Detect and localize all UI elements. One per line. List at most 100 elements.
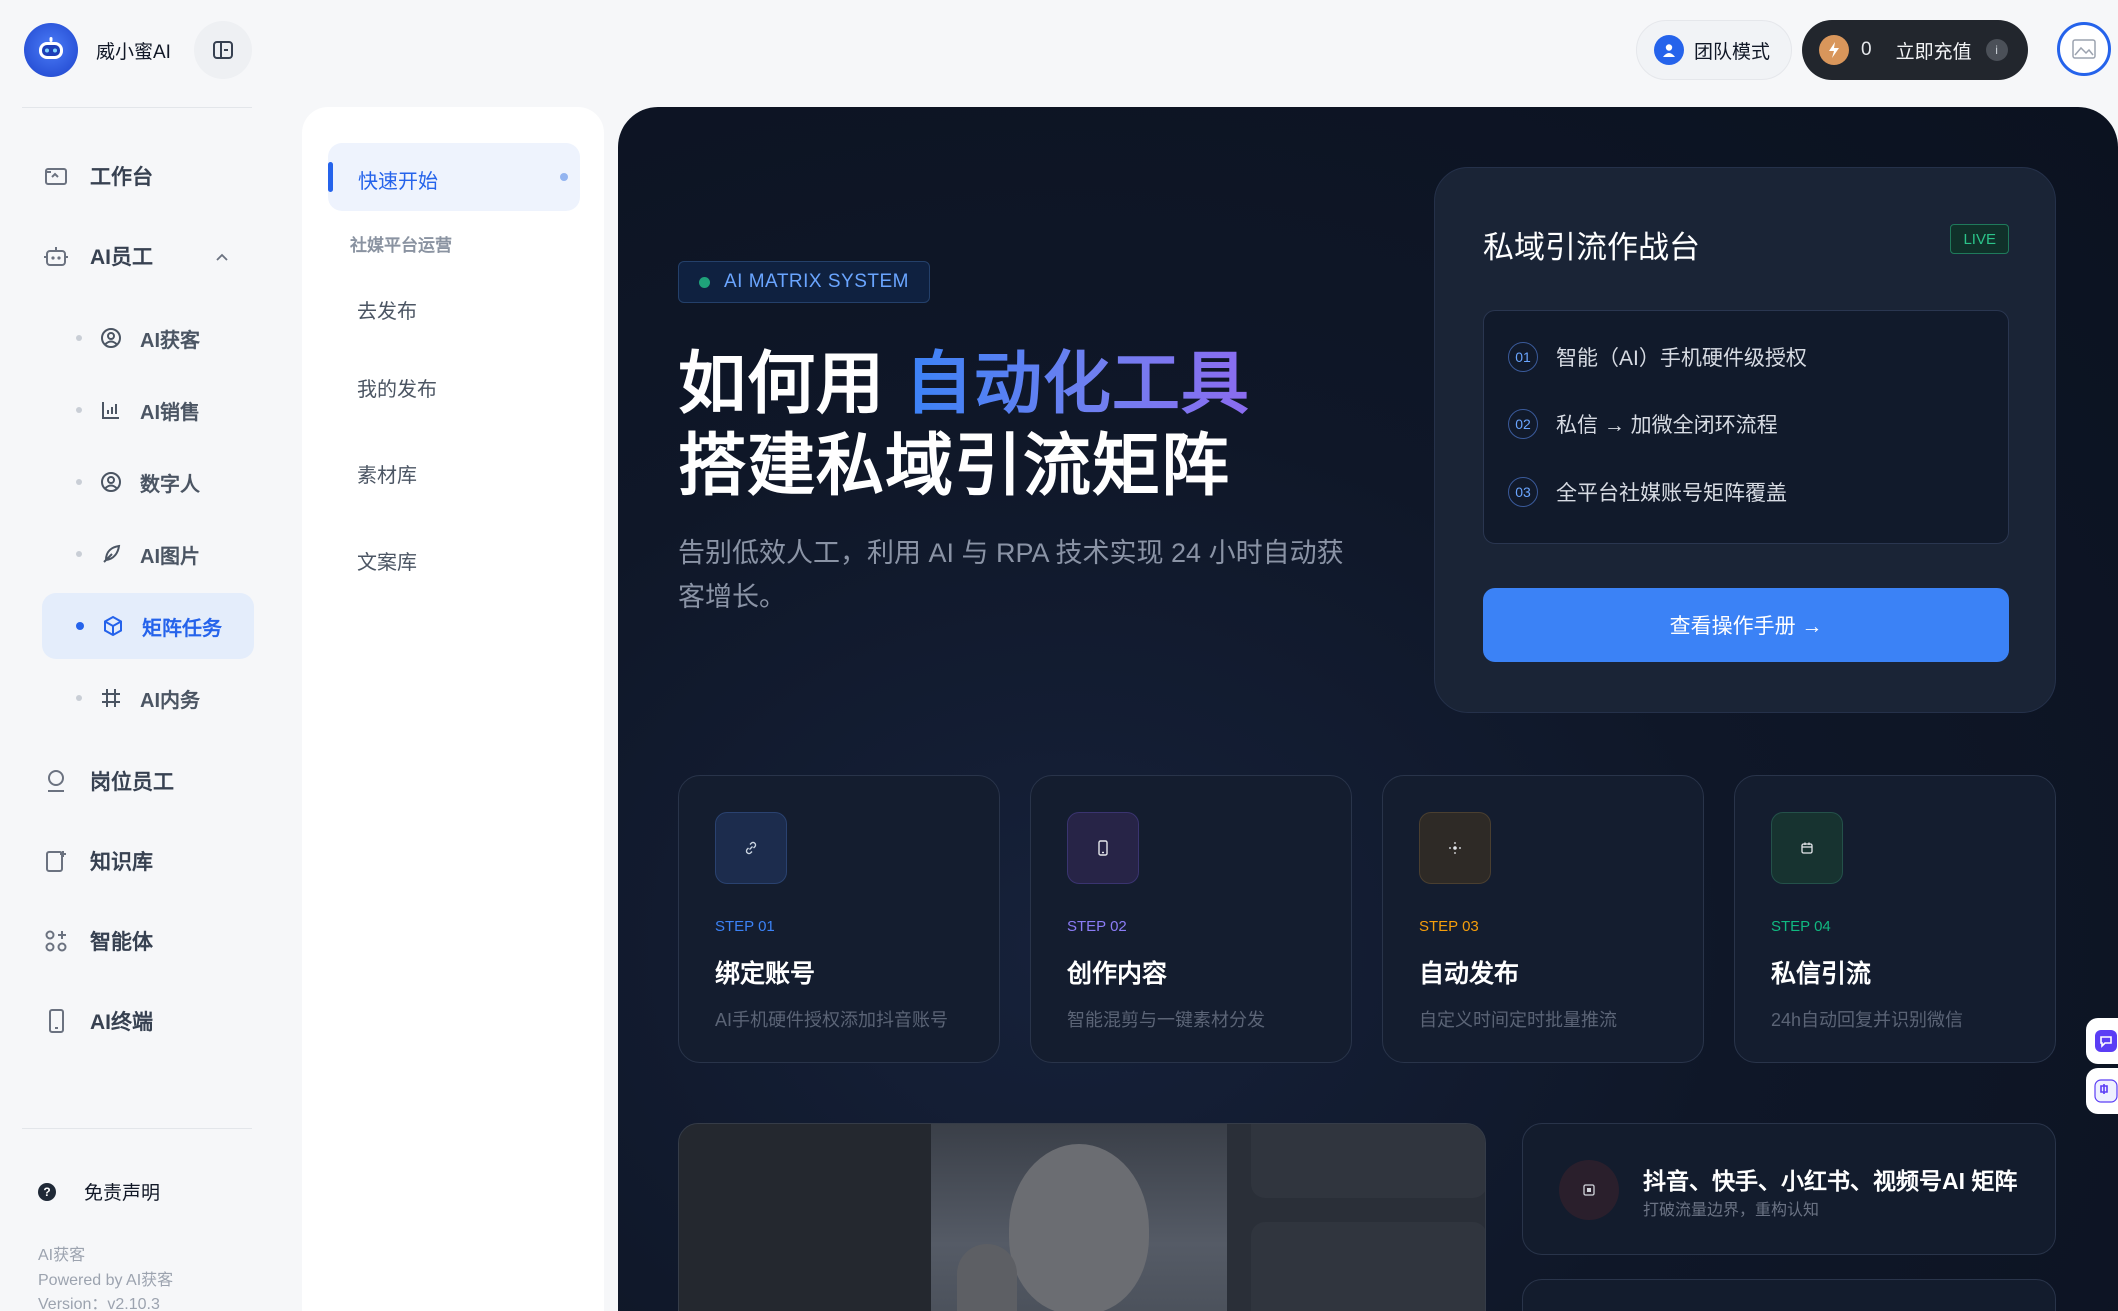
chevron-up-icon[interactable] (214, 248, 230, 272)
showcase-image (678, 1123, 1486, 1311)
bullet (76, 335, 82, 341)
submenu-item-copy-library[interactable]: 文案库 (357, 546, 417, 575)
sub-item-ai-image[interactable]: AI图片 (42, 521, 254, 587)
book-plus-icon (42, 847, 90, 875)
sub-item-ai-sales[interactable]: AI销售 (42, 377, 254, 443)
hero-title: 如何用 自动化工具 搭建私域引流矩阵 (678, 343, 1250, 507)
matrix-subtitle: 打破流量边界，重构认知 (1643, 1202, 1820, 1219)
sub-item-label: 矩阵任务 (142, 617, 222, 640)
sub-item-label: 数字人 (140, 473, 200, 496)
submenu-item-publish[interactable]: 去发布 (357, 295, 417, 324)
robot-icon (24, 23, 78, 77)
nav-knowledge[interactable]: 知识库 (42, 829, 254, 893)
user-circle-icon (100, 327, 140, 349)
main-panel: AI MATRIX SYSTEM 如何用 自动化工具 搭建私域引流矩阵 告别低效… (618, 107, 2118, 1311)
footer-version: Version：v2.10.3 (38, 1296, 160, 1311)
step-description: 智能混剪与一键素材分发 (1067, 1010, 1265, 1030)
nav-terminal-label: AI终端 (90, 1011, 153, 1034)
brand[interactable]: 威小蜜AI (24, 23, 171, 77)
step-label: STEP 03 (1419, 918, 1479, 935)
bullet (76, 622, 84, 630)
sub-item-ai-affairs[interactable]: AI内务 (42, 665, 254, 731)
footer-app: AI获客 (38, 1247, 86, 1264)
credit-count: 0 (1861, 39, 1872, 60)
image-tile (679, 1124, 931, 1311)
mobile-icon (42, 1007, 90, 1035)
recharge-button[interactable]: 0 立即充值 i (1802, 20, 2028, 80)
status-dot (699, 276, 710, 288)
disclaimer-label: 免责声明 (84, 1183, 161, 1204)
active-dot (560, 173, 568, 181)
sub-item-ai-acquire[interactable]: AI获客 (42, 305, 254, 371)
view-manual-button[interactable]: 查看操作手册 → (1483, 588, 2009, 662)
bullet (76, 407, 82, 413)
matrix-card[interactable]: 抖音、快手、小红书、视频号AI 矩阵 打破流量边界，重构认知 (1522, 1123, 2056, 1255)
hero-description: 告别低效人工，利用 AI 与 RPA 技术实现 24 小时自动获客增长。 (678, 538, 1344, 612)
list-item: 03 全平台社媒账号矩阵覆盖 (1508, 477, 1787, 507)
sub-item-matrix-task[interactable]: 矩阵任务 (42, 593, 254, 659)
list-item: 02 私信 → 加微全闭环流程 (1508, 409, 1778, 439)
sub-item-label: AI销售 (140, 401, 200, 424)
hero-title-line2: 搭建私域引流矩阵 (678, 428, 1231, 504)
system-badge: AI MATRIX SYSTEM (678, 261, 931, 303)
nav-terminal[interactable]: AI终端 (42, 989, 254, 1053)
list-item-text: 全平台社媒账号矩阵覆盖 (1556, 482, 1787, 505)
nav-post-staff[interactable]: 岗位员工 (42, 749, 254, 813)
nav-workbench-label: 工作台 (90, 166, 153, 189)
sub-item-label: AI图片 (140, 545, 200, 568)
submenu-item-quickstart[interactable]: 快速开始 (328, 143, 580, 211)
footer-powered: Powered by AI获客 (38, 1272, 174, 1289)
help-icon: ? (38, 1182, 56, 1201)
nav-agent[interactable]: 智能体 (42, 909, 254, 973)
feather-icon (100, 543, 140, 565)
badge-label: AI MATRIX SYSTEM (724, 271, 910, 292)
nav-ai-staff[interactable]: AI员工 (42, 224, 254, 288)
team-mode-button[interactable]: 团队模式 (1636, 20, 1792, 80)
info-card[interactable] (1522, 1279, 2056, 1311)
sidebar-toggle-icon[interactable] (194, 21, 252, 79)
nav-agent-label: 智能体 (90, 931, 153, 954)
step-title: 自动发布 (1419, 960, 1520, 988)
nav-workbench[interactable]: 工作台 (42, 144, 254, 208)
list-item-text: 智能（AI）手机硬件级授权 (1556, 347, 1807, 370)
sparkle-icon (1419, 812, 1491, 884)
user-circle-icon (100, 471, 140, 493)
submenu-item-assets[interactable]: 素材库 (357, 459, 417, 488)
recharge-label: 立即充值 (1895, 41, 1972, 63)
apps-icon (42, 927, 90, 955)
phone-icon (1067, 812, 1139, 884)
matrix-title: 抖音、快手、小红书、视频号AI 矩阵 (1643, 1168, 2018, 1194)
live-badge: LIVE (1950, 224, 2009, 254)
step-number: 03 (1508, 477, 1538, 507)
frame-icon (100, 687, 140, 709)
step-description: 自定义时间定时批量推流 (1419, 1010, 1617, 1030)
sub-item-label: AI获客 (140, 329, 200, 352)
hand-image (957, 1244, 1017, 1311)
sub-item-digital-human[interactable]: 数字人 (42, 449, 254, 515)
step-card-bind-account[interactable]: STEP 01 绑定账号 AI手机硬件授权添加抖音账号 (678, 775, 1000, 1063)
sidebar: 威小蜜AI 工作台 AI员工 AI获客 AI销售 数字人 AI图片 矩阵任务 A… (0, 0, 280, 1311)
step-title: 创作内容 (1067, 960, 1168, 988)
bullet (76, 479, 82, 485)
nav-post-staff-label: 岗位员工 (90, 771, 174, 794)
bullet (76, 551, 82, 557)
bot-icon (42, 242, 90, 270)
submenu-group-title: 社媒平台运营 (350, 236, 452, 255)
list-item-text: 私信 → 加微全闭环流程 (1556, 414, 1778, 437)
hero-title-prefix: 如何用 (678, 346, 905, 422)
disclaimer-link[interactable]: ? 免责声明 (38, 1178, 160, 1205)
step-card-auto-publish[interactable]: STEP 03 自动发布 自定义时间定时批量推流 (1382, 775, 1704, 1063)
info-icon[interactable]: i (1985, 39, 2008, 61)
hero-title-highlight: 自动化工具 (904, 346, 1250, 422)
list-item: 01 智能（AI）手机硬件级授权 (1508, 342, 1807, 372)
avatar[interactable] (2057, 22, 2111, 76)
step-title: 绑定账号 (715, 960, 816, 988)
secondary-menu: 快速开始 社媒平台运营 去发布 我的发布 素材库 文案库 (302, 107, 604, 1311)
submenu-item-my-posts[interactable]: 我的发布 (357, 373, 437, 402)
translate-float-icon[interactable] (2086, 1068, 2118, 1114)
cube-icon (102, 615, 142, 637)
step-card-create-content[interactable]: STEP 02 创作内容 智能混剪与一键素材分发 (1030, 775, 1352, 1063)
chat-float-icon[interactable] (2086, 1018, 2118, 1064)
divider (22, 107, 252, 108)
step-card-dm-lead[interactable]: STEP 04 私信引流 24h自动回复并识别微信 (1734, 775, 2056, 1063)
